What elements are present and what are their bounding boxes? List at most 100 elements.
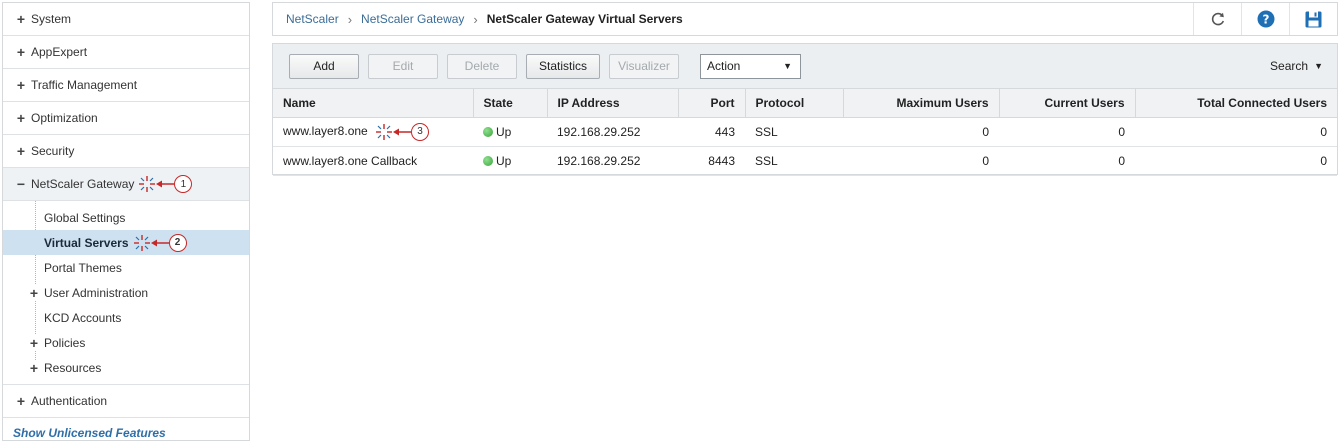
cell-protocol: SSL xyxy=(745,117,843,147)
breadcrumb-separator: › xyxy=(347,11,353,27)
marker-badge: 1 xyxy=(174,175,193,193)
column-header-port[interactable]: Port xyxy=(678,89,746,118)
virtual-servers-table: Name State IP Address Port Protocol Maxi… xyxy=(273,89,1337,176)
virtual-servers-panel: Add Edit Delete Statistics Visualizer Ac… xyxy=(272,43,1338,176)
cell-name[interactable]: www.layer8.one Callback xyxy=(273,146,473,176)
annotation-marker-3: 3 xyxy=(375,122,430,141)
cell-total-connected-users: 0 xyxy=(1135,146,1337,176)
expand-icon: + xyxy=(28,334,40,351)
expand-icon: + xyxy=(16,110,26,126)
state-text: Up xyxy=(496,153,512,168)
action-dropdown-value: Action xyxy=(707,59,741,73)
nav-item-security[interactable]: + Security xyxy=(3,135,249,168)
sub-item-label: Policies xyxy=(44,335,86,350)
nav-item-label: Security xyxy=(31,144,75,158)
column-header-current-users[interactable]: Current Users xyxy=(999,89,1136,118)
click-sparkle-icon xyxy=(133,234,150,251)
nav-item-label: NetScaler Gateway xyxy=(31,177,135,191)
sub-item-global-settings[interactable]: Global Settings xyxy=(3,205,249,230)
nav-item-system[interactable]: + System xyxy=(3,3,249,36)
nav-item-label: Optimization xyxy=(31,111,98,125)
state-text: Up xyxy=(496,124,512,139)
expand-icon: + xyxy=(16,44,26,60)
column-header-state[interactable]: State xyxy=(473,89,548,118)
sub-item-label: Portal Themes xyxy=(44,260,122,275)
marker-badge: 2 xyxy=(168,233,187,252)
column-header-maximum-users[interactable]: Maximum Users xyxy=(843,89,1000,118)
nav-item-label: AppExpert xyxy=(31,45,88,59)
status-up-icon xyxy=(483,126,493,137)
action-dropdown[interactable]: Action ▼ xyxy=(700,53,801,79)
edit-button[interactable]: Edit xyxy=(368,53,438,79)
sub-item-label: KCD Accounts xyxy=(44,310,122,325)
table-row[interactable]: www.layer8.one 3 Up 192.168.29.252 443 S… xyxy=(273,117,1337,147)
add-button[interactable]: Add xyxy=(289,53,359,79)
nav-item-optimization[interactable]: + Optimization xyxy=(3,102,249,135)
navigation-sidebar: + System + AppExpert + Traffic Managemen… xyxy=(2,2,250,441)
chevron-down-icon: ▼ xyxy=(1314,61,1323,71)
visualizer-button[interactable]: Visualizer xyxy=(609,53,679,79)
search-dropdown[interactable]: Search ▼ xyxy=(1270,59,1323,73)
cell-port: 443 xyxy=(678,117,745,147)
sub-item-label: User Administration xyxy=(44,285,149,300)
annotation-marker-2: 2 xyxy=(133,233,187,252)
cell-name[interactable]: www.layer8.one 3 xyxy=(273,117,473,147)
cell-current-users: 0 xyxy=(999,146,1135,176)
left-arrow-icon xyxy=(150,239,169,246)
delete-button[interactable]: Delete xyxy=(447,53,517,79)
left-arrow-icon xyxy=(393,128,412,135)
refresh-icon[interactable] xyxy=(1193,3,1241,35)
nav-item-label: Traffic Management xyxy=(31,78,138,92)
nav-item-authentication[interactable]: + Authentication xyxy=(3,385,249,418)
expand-icon: + xyxy=(16,77,26,93)
sub-item-label: Global Settings xyxy=(44,210,126,225)
sub-item-label: Resources xyxy=(44,360,102,375)
table-header-row: Name State IP Address Port Protocol Maxi… xyxy=(273,89,1337,118)
nav-item-label: Authentication xyxy=(31,394,108,408)
annotation-marker-1: 1 xyxy=(138,175,193,193)
breadcrumb-bar: NetScaler › NetScaler Gateway › NetScale… xyxy=(272,2,1338,36)
status-up-icon xyxy=(483,155,493,166)
nav-item-appexpert[interactable]: + AppExpert xyxy=(3,36,249,69)
svg-text:?: ? xyxy=(1262,12,1269,26)
help-icon[interactable]: ? xyxy=(1241,3,1289,35)
table-row[interactable]: www.layer8.one Callback Up 192.168.29.25… xyxy=(273,146,1337,176)
column-header-total-connected-users[interactable]: Total Connected Users xyxy=(1135,89,1337,118)
cell-ip-address: 192.168.29.252 xyxy=(547,146,678,176)
sub-item-virtual-servers[interactable]: Virtual Servers 2 xyxy=(3,230,249,255)
breadcrumb-link-netscaler[interactable]: NetScaler xyxy=(286,12,339,26)
expand-icon: + xyxy=(16,11,26,27)
sub-item-kcd-accounts[interactable]: KCD Accounts xyxy=(3,305,249,330)
nav-item-traffic-management[interactable]: + Traffic Management xyxy=(3,69,249,102)
marker-badge: 3 xyxy=(411,122,430,141)
column-header-name[interactable]: Name xyxy=(273,89,474,118)
left-arrow-icon xyxy=(156,180,175,188)
show-unlicensed-features-link[interactable]: Show Unlicensed Features xyxy=(3,418,249,443)
nav-item-label: System xyxy=(31,12,72,26)
sub-item-label: Virtual Servers xyxy=(44,235,129,250)
top-icons: ? xyxy=(1193,3,1337,35)
page-title: NetScaler Gateway Virtual Servers xyxy=(486,12,683,26)
column-header-ip-address[interactable]: IP Address xyxy=(547,89,679,118)
cell-port: 8443 xyxy=(678,146,745,176)
sub-item-policies[interactable]: + Policies xyxy=(3,330,249,355)
sub-item-resources[interactable]: + Resources xyxy=(3,355,249,380)
expand-icon: + xyxy=(28,359,40,376)
nav-item-netscaler-gateway[interactable]: − NetScaler Gateway 1 xyxy=(3,168,249,201)
cell-current-users: 0 xyxy=(999,117,1135,147)
breadcrumb-link-netscaler-gateway[interactable]: NetScaler Gateway xyxy=(361,12,464,26)
sub-item-portal-themes[interactable]: Portal Themes xyxy=(3,255,249,280)
cell-protocol: SSL xyxy=(745,146,843,176)
statistics-button[interactable]: Statistics xyxy=(526,53,600,79)
sub-item-user-administration[interactable]: + User Administration xyxy=(3,280,249,305)
chevron-down-icon: ▼ xyxy=(783,61,792,71)
save-icon[interactable] xyxy=(1289,3,1337,35)
column-header-protocol[interactable]: Protocol xyxy=(745,89,844,118)
click-sparkle-icon xyxy=(376,123,393,140)
expand-icon: + xyxy=(28,284,40,301)
click-sparkle-icon xyxy=(139,176,156,192)
breadcrumb: NetScaler › NetScaler Gateway › NetScale… xyxy=(273,12,683,27)
expand-icon: + xyxy=(16,393,26,409)
gateway-submenu: Global Settings Virtual Servers 2 Portal… xyxy=(3,201,249,385)
cell-total-connected-users: 0 xyxy=(1135,117,1337,147)
